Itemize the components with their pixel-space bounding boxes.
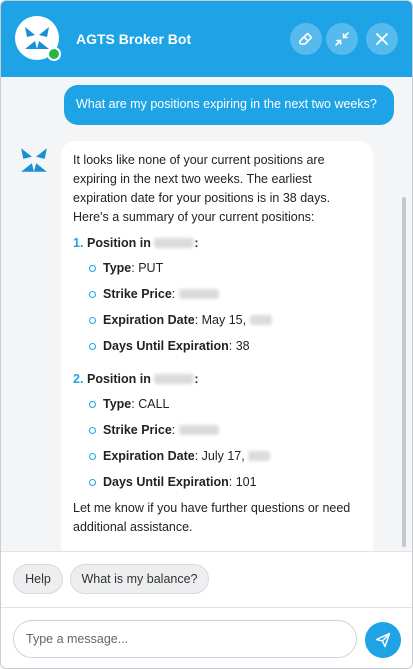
bot-logo-icon <box>25 27 49 49</box>
suggestion-help-button[interactable]: Help <box>13 564 63 594</box>
scrollbar[interactable] <box>402 197 406 547</box>
list-number: 1. <box>73 236 84 250</box>
close-button[interactable] <box>366 23 398 55</box>
redacted-year <box>248 451 271 461</box>
position-heading: 2. Position in : <box>73 370 361 389</box>
minimize-icon <box>335 32 349 46</box>
suggestion-bar: Help What is my balance? <box>1 551 412 607</box>
position-details: Type: CALL Strike Price: Expiration Date… <box>85 395 361 499</box>
chat-widget: AGTS Broker Bot What are my positions ex… <box>0 0 413 669</box>
bot-logo-icon <box>21 148 47 172</box>
list-number: 2. <box>73 372 84 386</box>
redacted-year <box>249 315 272 325</box>
intro-line: expiration date for your positions is in… <box>73 191 331 205</box>
position-heading: 1. Position in : <box>73 234 361 253</box>
intro-line: Here's a summary of your current positio… <box>73 210 315 224</box>
clear-chat-button[interactable] <box>290 23 322 55</box>
message-input[interactable] <box>13 620 357 658</box>
intro-line: expiring in the next two weeks. The earl… <box>73 172 312 186</box>
list-item: Strike Price: <box>85 421 361 447</box>
list-item: Type: CALL <box>85 395 361 421</box>
redacted-value <box>178 289 219 299</box>
redacted-value <box>178 425 219 435</box>
message-list[interactable]: What are my positions expiring in the ne… <box>1 77 412 561</box>
position-label: Position in <box>87 236 151 250</box>
position-label: Position in <box>87 372 151 386</box>
position-details: Type: PUT Strike Price: Expiration Date:… <box>85 259 361 363</box>
redacted-symbol <box>154 238 195 248</box>
user-message: What are my positions expiring in the ne… <box>64 85 394 125</box>
intro-line: It looks like none of your current posit… <box>73 153 325 167</box>
closing-line: additional assistance. <box>73 520 193 534</box>
bot-title: AGTS Broker Bot <box>76 31 192 47</box>
send-button[interactable] <box>365 622 401 658</box>
suggestion-balance-button[interactable]: What is my balance? <box>70 564 209 594</box>
list-item: Strike Price: <box>85 285 361 311</box>
eraser-icon <box>299 32 313 45</box>
bot-message: It looks like none of your current posit… <box>61 141 373 561</box>
send-icon <box>375 632 391 648</box>
close-icon <box>376 33 388 45</box>
list-item: Expiration Date: May 15, <box>85 311 361 337</box>
minimize-button[interactable] <box>326 23 358 55</box>
online-status-icon <box>47 47 61 61</box>
list-item: Type: PUT <box>85 259 361 285</box>
composer <box>1 607 412 668</box>
chat-header: AGTS Broker Bot <box>1 1 412 77</box>
closing-line: Let me know if you have further question… <box>73 501 351 515</box>
list-item: Days Until Expiration: 101 <box>85 473 361 499</box>
list-item: Expiration Date: July 17, <box>85 447 361 473</box>
redacted-symbol <box>154 374 195 384</box>
list-item: Days Until Expiration: 38 <box>85 337 361 363</box>
